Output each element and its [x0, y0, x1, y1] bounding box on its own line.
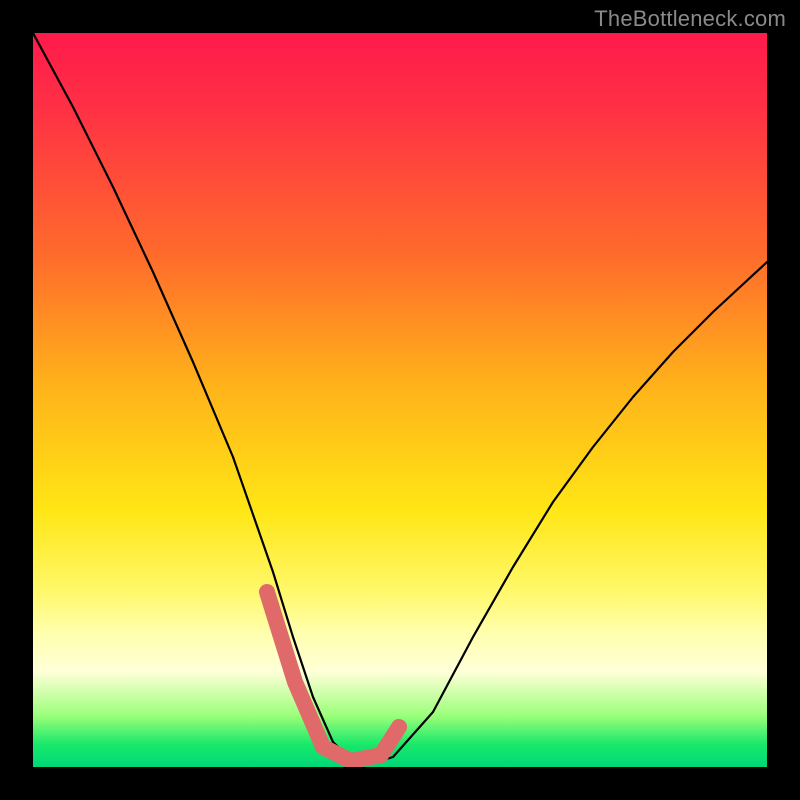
bottleneck-curve	[33, 33, 767, 763]
plot-area	[33, 33, 767, 767]
chart-frame: TheBottleneck.com	[0, 0, 800, 800]
curve-layer	[33, 33, 767, 767]
watermark-text: TheBottleneck.com	[594, 6, 786, 32]
